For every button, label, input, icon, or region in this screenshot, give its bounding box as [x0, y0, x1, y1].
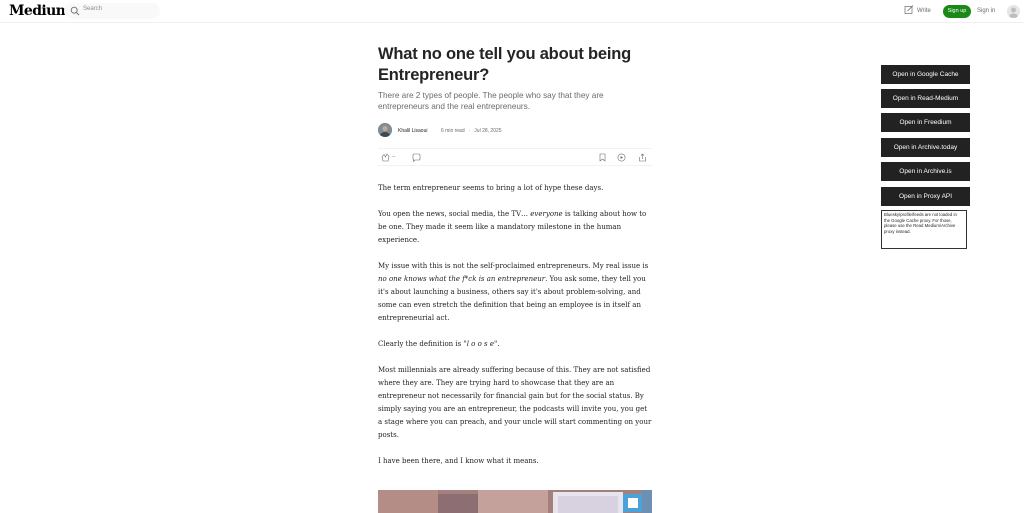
author-name[interactable]: Khalil Lisaoui	[398, 128, 427, 134]
open-google-cache-button[interactable]: Open in Google Cache	[881, 65, 970, 84]
open-freedium-button[interactable]: Open in Freedium	[881, 113, 970, 132]
write-icon	[904, 5, 914, 14]
byline: Khalil Lisaoui 6 min read · Jul 28, 2025	[378, 123, 652, 139]
read-time: 6 min read	[441, 128, 465, 134]
article: What no one tell you about being Entrepr…	[378, 44, 652, 481]
sign-up-button[interactable]: Sign up	[943, 5, 971, 18]
article-image	[378, 490, 652, 513]
paragraph-3: My issue with this is not the self-procl…	[378, 262, 649, 322]
meta-separator: ·	[468, 128, 471, 134]
article-actions-bar: --	[378, 148, 652, 166]
user-avatar[interactable]	[1007, 5, 1020, 18]
search-input[interactable]: Search	[83, 6, 102, 12]
user-icon	[1007, 5, 1020, 18]
article-subtitle: There are 2 types of people. The people …	[378, 91, 604, 111]
listen-icon[interactable]	[617, 153, 626, 162]
clap-count: --	[392, 154, 396, 160]
article-photo	[378, 490, 652, 513]
proxy-note: Bluesky/profile/feeds are not loaded in …	[881, 210, 967, 249]
comment-icon[interactable]	[412, 153, 421, 162]
paragraph-2: You open the news, social media, the TV……	[378, 210, 647, 244]
paragraph-1: The term entrepreneur seems to bring a l…	[378, 184, 604, 192]
article-body: The term entrepreneur seems to bring a l…	[378, 182, 652, 468]
paragraph-4: Clearly the definition is "l o o s e".	[378, 340, 500, 348]
article-title: What no one tell you about being Entrepr…	[378, 45, 631, 84]
sign-in-link[interactable]: Sign in	[977, 8, 995, 14]
write-label: Write	[917, 8, 931, 14]
open-archive-today-button[interactable]: Open in Archive.today	[881, 138, 970, 157]
author-avatar[interactable]	[378, 123, 392, 137]
share-icon[interactable]	[638, 153, 647, 162]
search-icon	[70, 6, 80, 16]
bookmark-icon[interactable]	[598, 153, 607, 162]
open-archive-is-button[interactable]: Open in Archive.is	[881, 162, 970, 181]
open-proxy-api-button[interactable]: Open in Proxy API	[881, 187, 970, 206]
open-read-medium-button[interactable]: Open in Read-Medium	[881, 89, 970, 108]
paragraph-6: I have been there, and I know what it me…	[378, 457, 539, 465]
paragraph-5: Most millennials are already suffering b…	[378, 366, 652, 439]
article-meta: 6 min read · Jul 28, 2025	[441, 128, 506, 134]
author-photo-icon	[378, 123, 392, 137]
top-navigation-bar: Medium Search Write Sign up Sign in	[0, 0, 1024, 23]
publish-date: Jul 28, 2025	[474, 128, 502, 134]
search-box[interactable]: Search	[64, 3, 160, 19]
clap-icon[interactable]	[381, 153, 390, 162]
medium-logo[interactable]: Medium	[9, 3, 71, 19]
